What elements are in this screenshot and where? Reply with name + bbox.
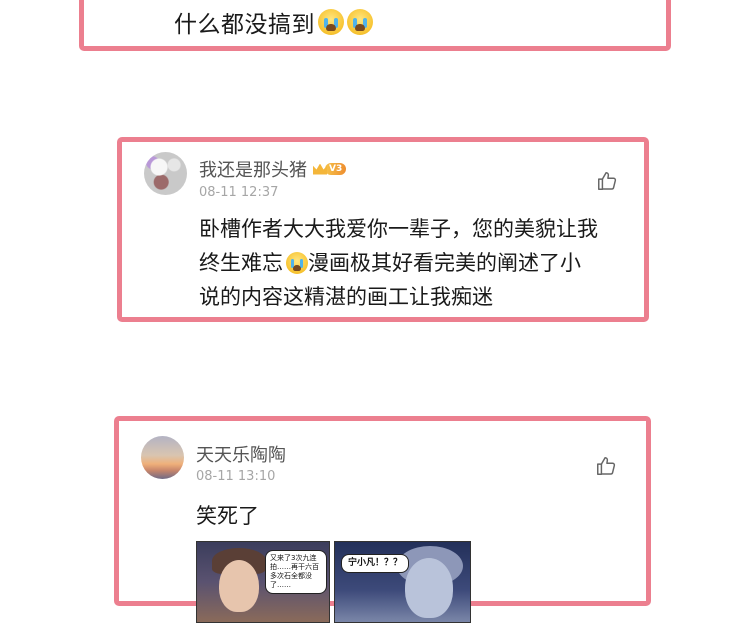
speech-bubble: 又来了3次九连拍……再干六百多次石全都没了…… (265, 550, 327, 594)
avatar[interactable] (144, 152, 187, 195)
comment-text: 什么都没搞到 (174, 5, 373, 39)
comic-image-panel[interactable]: 宁小凡！？？ (334, 541, 471, 623)
crying-emoji-icon (347, 9, 373, 35)
crying-emoji-icon (286, 252, 308, 274)
comic-image-panel[interactable]: 又来了3次九连拍……再干六百多次石全都没了…… (196, 541, 330, 623)
comment-line: 终生难忘 漫画极其好看完美的阐述了小 (199, 246, 598, 280)
level-badge-text: V3 (325, 163, 347, 175)
comment-timestamp: 08-11 13:10 (196, 469, 276, 484)
level-badge: V3 (313, 163, 347, 175)
comic-character-face (405, 558, 453, 618)
comment-text-segment: 什么都没搞到 (174, 12, 315, 38)
comment-text-segment: 漫画极其好看完美的阐述了小 (308, 251, 581, 275)
comment-username[interactable]: 我还是那头猪 V3 (199, 156, 347, 182)
username-text[interactable]: 我还是那头猪 (199, 156, 307, 182)
thumbs-up-icon[interactable] (596, 170, 618, 192)
comment-text-segment: 卧槽作者大大我爱你一辈子，您的美貌让我 (199, 217, 598, 241)
comment-line: 说的内容这精湛的画工让我痴迷 (199, 280, 598, 314)
avatar[interactable] (141, 436, 184, 479)
comment-card-3: 天天乐陶陶 08-11 13:10 笑死了 又来了3次九连拍……再干六百多次石全… (114, 416, 651, 623)
comment-card-2: 我还是那头猪 V3 08-11 12:37 卧槽作者大大我爱你一辈子，您的美貌让… (117, 137, 649, 322)
crying-emoji-icon (318, 9, 344, 35)
comment-text-segment: 终生难忘 (199, 251, 283, 275)
comment-timestamp: 08-11 12:37 (199, 185, 279, 200)
comment-card-1: 什么都没搞到 (79, 0, 671, 51)
comment-text: 笑死了 (196, 504, 259, 528)
speech-bubble: 宁小凡！？？ (341, 554, 410, 573)
username-text[interactable]: 天天乐陶陶 (196, 441, 286, 467)
thumbs-up-icon[interactable] (595, 455, 617, 477)
comic-character-face (219, 560, 259, 612)
comment-text: 卧槽作者大大我爱你一辈子，您的美貌让我 终生难忘 漫画极其好看完美的阐述了小 说… (199, 212, 598, 314)
comment-username[interactable]: 天天乐陶陶 (196, 441, 286, 467)
comment-line: 卧槽作者大大我爱你一辈子，您的美貌让我 (199, 212, 598, 246)
comment-text-segment: 说的内容这精湛的画工让我痴迷 (199, 285, 493, 309)
